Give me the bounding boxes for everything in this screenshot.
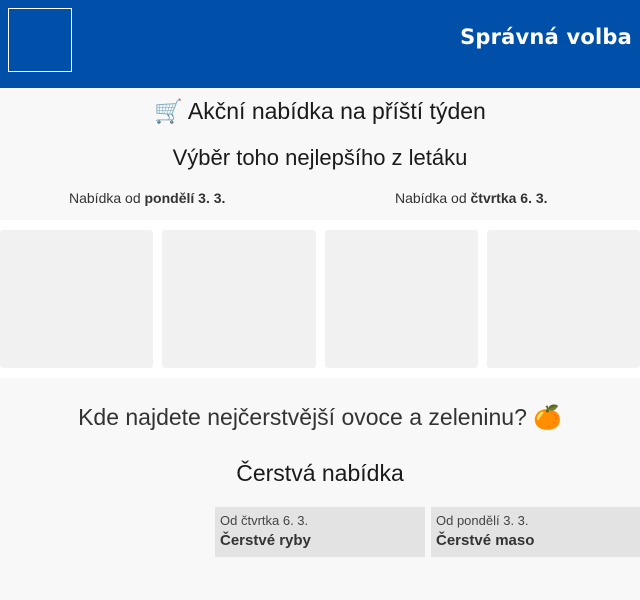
offer-label-day: pondělí 3. 3.: [144, 190, 226, 206]
leaflet-tile[interactable]: [162, 230, 316, 368]
card-title: Čerstvé ryby: [220, 532, 311, 549]
site-header: Správná volba: [0, 0, 640, 88]
logo[interactable]: [8, 8, 72, 72]
offer-label-prefix: Nabídka od: [395, 190, 471, 206]
offer-label-thursday[interactable]: Nabídka od čtvrtka 6. 3.: [395, 190, 548, 206]
offer-label-monday[interactable]: Nabídka od pondělí 3. 3.: [69, 190, 225, 206]
fresh-question: Kde najdete nejčerstvější ovoce a zeleni…: [78, 404, 562, 430]
card-date: Od čtvrtka 6. 3.: [220, 513, 309, 528]
offer-label-day: čtvrtka 6. 3.: [470, 190, 548, 206]
leaflet-tile[interactable]: [0, 230, 153, 368]
fresh-card-meat[interactable]: Od pondělí 3. 3. Čerstvé maso: [431, 507, 640, 557]
fresh-card-fish[interactable]: Od čtvrtka 6. 3. Čerstvé ryby: [215, 507, 425, 557]
brand-name: Správná volba: [460, 25, 632, 49]
offer-subtitle: Výběr toho nejlepšího z letáku: [172, 145, 468, 170]
leaflet-tile[interactable]: [325, 230, 478, 368]
offer-label-prefix: Nabídka od: [69, 190, 145, 206]
card-title: Čerstvé maso: [436, 532, 535, 549]
leaflet-tile[interactable]: [487, 230, 640, 368]
fresh-title: Čerstvá nabídka: [236, 460, 404, 486]
offer-title: 🛒 Akční nabídka na příští týden: [154, 98, 486, 124]
card-date: Od pondělí 3. 3.: [436, 513, 529, 528]
